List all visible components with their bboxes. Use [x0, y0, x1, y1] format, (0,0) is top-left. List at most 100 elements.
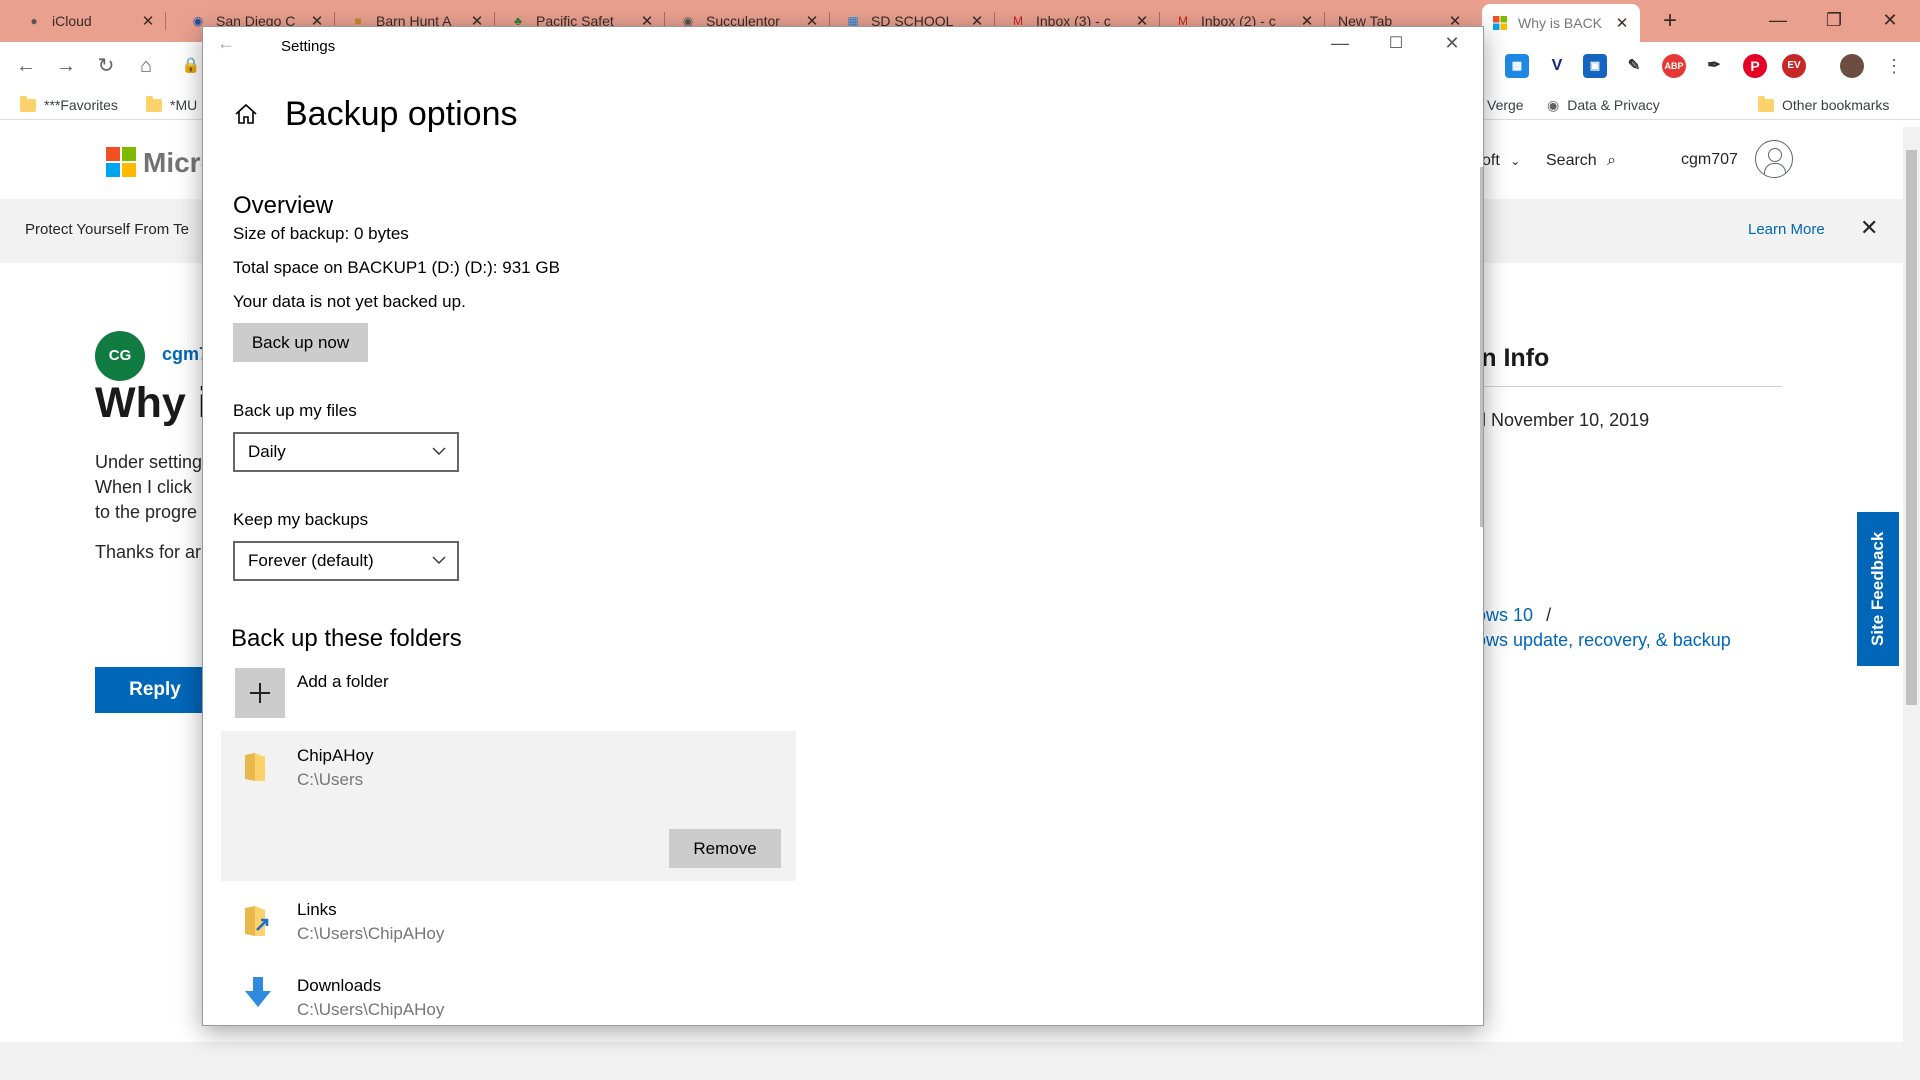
- links-folder-icon: [241, 904, 271, 945]
- board-ext-icon[interactable]: ▣: [1583, 54, 1607, 78]
- page-title: Backup options: [285, 95, 518, 133]
- more-menu-icon[interactable]: ⋮: [1878, 50, 1910, 82]
- tools-ext-icon[interactable]: ✎: [1622, 54, 1646, 78]
- settings-scrollbar[interactable]: [1480, 167, 1483, 527]
- profile-avatar-icon[interactable]: [1840, 54, 1864, 78]
- account-icon[interactable]: [1755, 140, 1793, 178]
- site-feedback-label: Site Feedback: [1868, 531, 1887, 647]
- apple-icon: ●: [30, 14, 38, 28]
- chevron-down-icon: ⌄: [1510, 154, 1521, 168]
- tab-title: iCloud: [52, 13, 92, 29]
- folder-path: C:\Users\ChipAHoy: [297, 1000, 445, 1019]
- notice-text: Protect Yourself From Te: [25, 221, 189, 238]
- bookmark-verge[interactable]: Verge: [1487, 95, 1524, 115]
- page-footer-strip: [0, 1042, 1903, 1080]
- home-icon[interactable]: [233, 101, 259, 127]
- folder-icon: [1758, 95, 1774, 112]
- bookmark-favorites[interactable]: ***Favorites: [20, 95, 118, 115]
- overview-heading: Overview: [233, 192, 334, 219]
- folder-icon: [241, 751, 269, 788]
- search-icon: ⌕: [1607, 152, 1617, 169]
- ev-ext-icon[interactable]: EV: [1782, 54, 1806, 78]
- tab-close-icon[interactable]: ✕: [140, 12, 156, 30]
- globe-icon: ◉: [1547, 96, 1560, 113]
- bookmark-label: Data & Privacy: [1567, 97, 1660, 113]
- tab-title: Why is BACK: [1518, 15, 1603, 31]
- keep-backups-dropdown[interactable]: Forever (default): [233, 541, 459, 581]
- new-tab-button[interactable]: +: [1655, 6, 1685, 36]
- back-up-now-button[interactable]: Back up now: [233, 323, 368, 362]
- divider: [1466, 386, 1782, 387]
- backup-size: Size of backup: 0 bytes: [233, 224, 409, 243]
- microsoft-logo-icon[interactable]: [106, 147, 136, 177]
- restore-icon[interactable]: ❐: [1806, 0, 1862, 42]
- tab-close-icon[interactable]: ✕: [1614, 14, 1630, 32]
- question-body-line: Under setting: [95, 452, 203, 472]
- maximize-icon[interactable]: ☐: [1373, 33, 1419, 53]
- chevron-down-icon: [432, 556, 446, 564]
- folders-heading: Back up these folders: [231, 625, 462, 652]
- bookmark-data-privacy[interactable]: ◉ Data & Privacy: [1547, 95, 1660, 115]
- pen-ext-icon[interactable]: ✒: [1702, 54, 1726, 78]
- bookmark-label: ***Favorites: [44, 97, 118, 113]
- keep-backups-label: Keep my backups: [233, 510, 369, 529]
- download-icon: [243, 975, 273, 1014]
- microsoft-icon: [1492, 15, 1508, 31]
- question-date: ed November 10, 2019: [1466, 410, 1650, 430]
- learn-more-link[interactable]: Learn More: [1748, 221, 1825, 238]
- tab-icloud[interactable]: ● iCloud ✕: [16, 4, 166, 38]
- minimize-icon[interactable]: —: [1750, 0, 1806, 42]
- dropdown-value: Daily: [248, 442, 286, 461]
- folder-path: C:\Users\ChipAHoy: [297, 924, 445, 943]
- folder-icon: [146, 95, 162, 112]
- avatar: CG: [95, 331, 145, 381]
- folder-name: Downloads: [297, 976, 382, 995]
- reply-button[interactable]: Reply: [95, 667, 215, 713]
- minimize-icon[interactable]: —: [1317, 33, 1363, 54]
- folder-name: Links: [297, 900, 337, 919]
- back-arrow-icon[interactable]: ←: [217, 33, 235, 54]
- total-space: Total space on BACKUP1 (D:) (D:): 931 GB: [233, 258, 560, 277]
- add-folder-button[interactable]: [235, 668, 285, 718]
- chevron-down-icon: [432, 447, 446, 455]
- back-arrow-icon[interactable]: ←: [10, 50, 42, 82]
- backup-status: Your data is not yet backed up.: [233, 292, 466, 311]
- dropdown-value: Forever (default): [248, 551, 374, 570]
- backup-frequency-label: Back up my files: [233, 401, 357, 420]
- breadcrumb-link-update[interactable]: dows update, recovery, & backup: [1466, 630, 1731, 651]
- calendar-ext-icon[interactable]: ▦: [1505, 54, 1529, 78]
- remove-button[interactable]: Remove: [669, 829, 781, 868]
- close-window-icon[interactable]: ✕: [1862, 0, 1918, 42]
- forward-arrow-icon[interactable]: →: [50, 50, 82, 82]
- bookmark-other[interactable]: Other bookmarks: [1758, 95, 1889, 115]
- tab-why-is-backup[interactable]: Why is BACK ✕: [1482, 4, 1640, 42]
- app-title: Settings: [281, 38, 336, 55]
- adblock-ext-icon[interactable]: ABP: [1662, 54, 1686, 78]
- nav-menu-label: oft: [1482, 152, 1500, 169]
- bookmark-mu[interactable]: *MU: [146, 95, 197, 115]
- bookmark-label: Verge: [1487, 97, 1524, 113]
- home-icon[interactable]: ⌂: [130, 50, 162, 82]
- breadcrumb-separator: /: [1546, 605, 1552, 625]
- add-folder-label[interactable]: Add a folder: [297, 672, 389, 692]
- reload-icon[interactable]: ↻: [90, 50, 122, 82]
- folder-path: C:\Users: [297, 770, 364, 789]
- settings-titlebar: ← Settings — ☐ ✕: [203, 27, 1483, 67]
- question-body-line: to the progre: [95, 502, 198, 522]
- backup-frequency-dropdown[interactable]: Daily: [233, 432, 459, 472]
- close-icon[interactable]: ✕: [1429, 33, 1475, 54]
- pinterest-ext-icon[interactable]: P: [1743, 54, 1767, 78]
- settings-window: ← Settings — ☐ ✕ Backup options Overview…: [202, 26, 1484, 1026]
- folder-icon: [20, 95, 36, 112]
- all-microsoft-menu[interactable]: oft ⌄: [1482, 152, 1520, 170]
- question-body-line: Thanks for ar: [95, 542, 202, 562]
- close-icon[interactable]: ✕: [1860, 215, 1878, 241]
- vimeo-ext-icon[interactable]: V: [1545, 54, 1569, 78]
- folder-name: ChipAHoy: [297, 746, 374, 765]
- page-scrollbar-thumb[interactable]: [1906, 150, 1917, 705]
- bookmark-label: *MU: [170, 97, 198, 113]
- user-name[interactable]: cgm707: [1681, 151, 1738, 169]
- bookmark-label: Other bookmarks: [1782, 97, 1890, 113]
- nav-search[interactable]: Search ⌕: [1546, 152, 1616, 170]
- question-title: Why i: [95, 379, 210, 427]
